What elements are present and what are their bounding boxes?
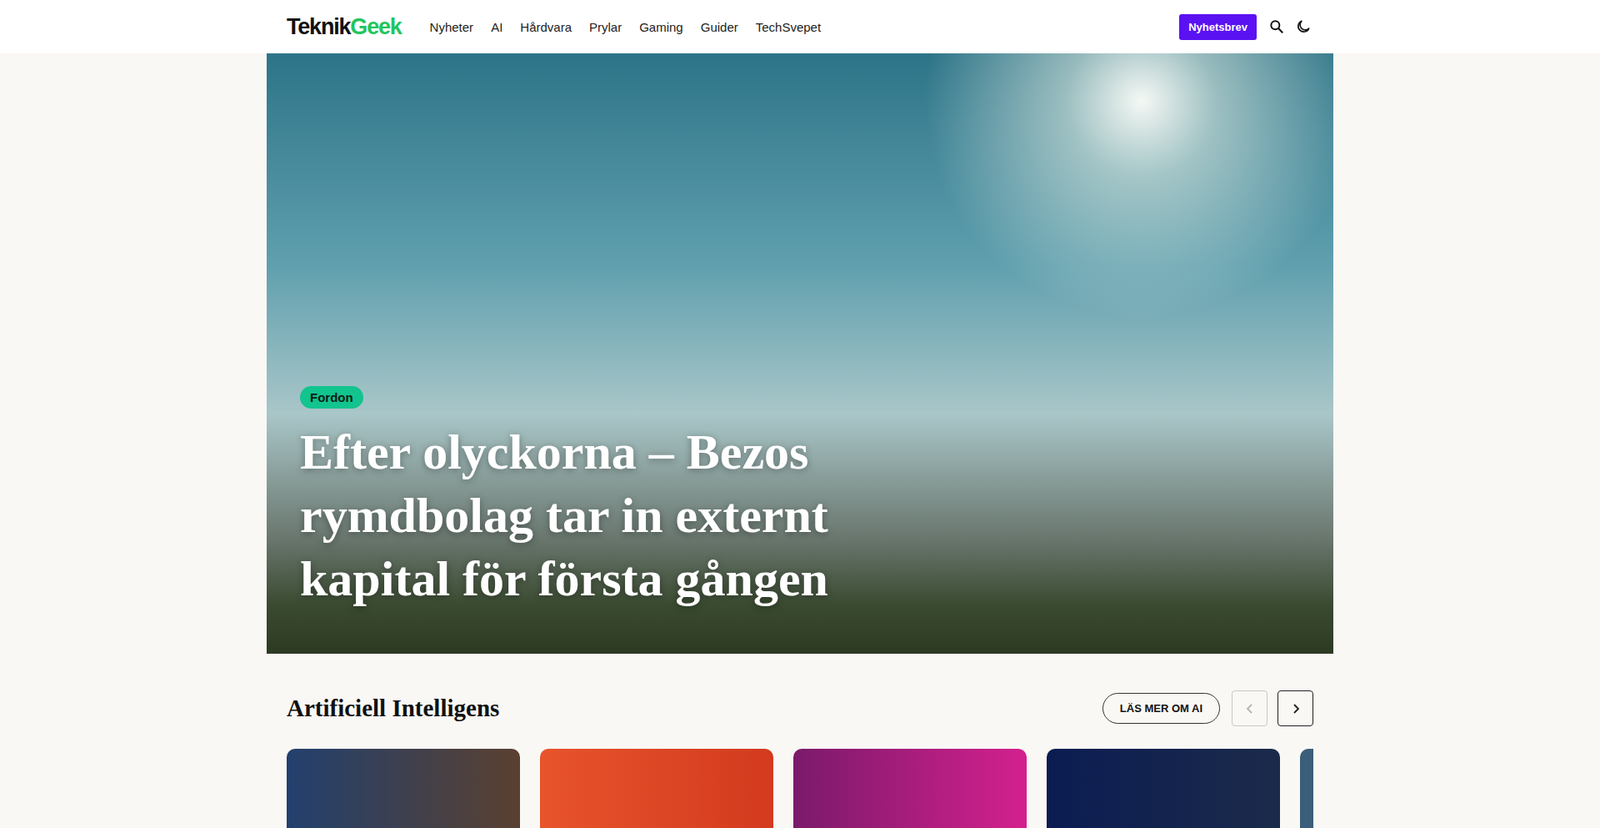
- next-button[interactable]: [1277, 690, 1314, 726]
- article-card[interactable]: [1046, 748, 1280, 828]
- nav-item[interactable]: Hårdvara: [520, 20, 572, 35]
- site-header: TeknikGeek Nyheter AI Hårdvara Prylar Gaming…: [0, 0, 1600, 54]
- article-card[interactable]: [540, 748, 774, 828]
- nav-item[interactable]: AI: [490, 20, 503, 35]
- chevron-left-icon: [1244, 702, 1256, 715]
- prev-button[interactable]: [1231, 690, 1268, 726]
- article-card[interactable]: [793, 748, 1027, 828]
- article-card[interactable]: [286, 748, 520, 828]
- moon-icon: [1295, 18, 1312, 35]
- nav-item[interactable]: Prylar: [589, 20, 622, 35]
- hero-article[interactable]: Fordon Efter olyckorna – Bezos rymdbolag…: [266, 53, 1334, 654]
- hero-title[interactable]: Efter olyckorna – Bezos rymdbolag tar in…: [300, 420, 900, 610]
- nav-item[interactable]: Gaming: [639, 20, 684, 35]
- logo[interactable]: TeknikGeek: [286, 14, 402, 40]
- section-title: Artificiell Intelligens: [286, 694, 500, 722]
- search-icon: [1268, 18, 1285, 35]
- main-nav: Nyheter AI Hårdvara Prylar Gaming Guider TechS…: [430, 20, 822, 35]
- ai-section: Artificiell Intelligens LÄS MER OM AI: [286, 690, 1314, 828]
- read-more-button[interactable]: LÄS MER OM AI: [1102, 692, 1220, 724]
- theme-toggle[interactable]: [1293, 16, 1314, 37]
- chevron-right-icon: [1290, 702, 1302, 715]
- nav-item[interactable]: TechSvepet: [755, 20, 821, 35]
- search-button[interactable]: [1266, 16, 1287, 37]
- nav-item[interactable]: Nyheter: [430, 20, 475, 35]
- card-carousel: [286, 748, 1314, 828]
- newsletter-button[interactable]: Nyhetsbrev: [1179, 14, 1257, 40]
- nav-item[interactable]: Guider: [700, 20, 739, 35]
- category-tag[interactable]: Fordon: [300, 385, 364, 409]
- article-card[interactable]: [1300, 748, 1314, 828]
- page: TeknikGeek Nyheter AI Hårdvara Prylar Gaming…: [0, 0, 1600, 828]
